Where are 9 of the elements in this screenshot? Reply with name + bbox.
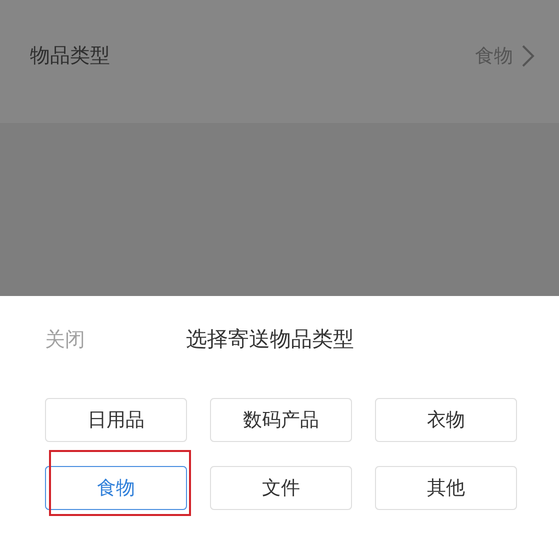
option-button[interactable]: 日用品 xyxy=(45,398,187,442)
chevron-right-icon xyxy=(521,44,535,68)
option-button[interactable]: 其他 xyxy=(375,466,517,510)
option-button[interactable]: 食物 xyxy=(45,466,187,510)
option-button[interactable]: 衣物 xyxy=(375,398,517,442)
sheet-title: 选择寄送物品类型 xyxy=(186,326,354,353)
option-button[interactable]: 文件 xyxy=(210,466,352,510)
field-label: 物品类型 xyxy=(30,42,110,69)
option-button[interactable]: 数码产品 xyxy=(210,398,352,442)
